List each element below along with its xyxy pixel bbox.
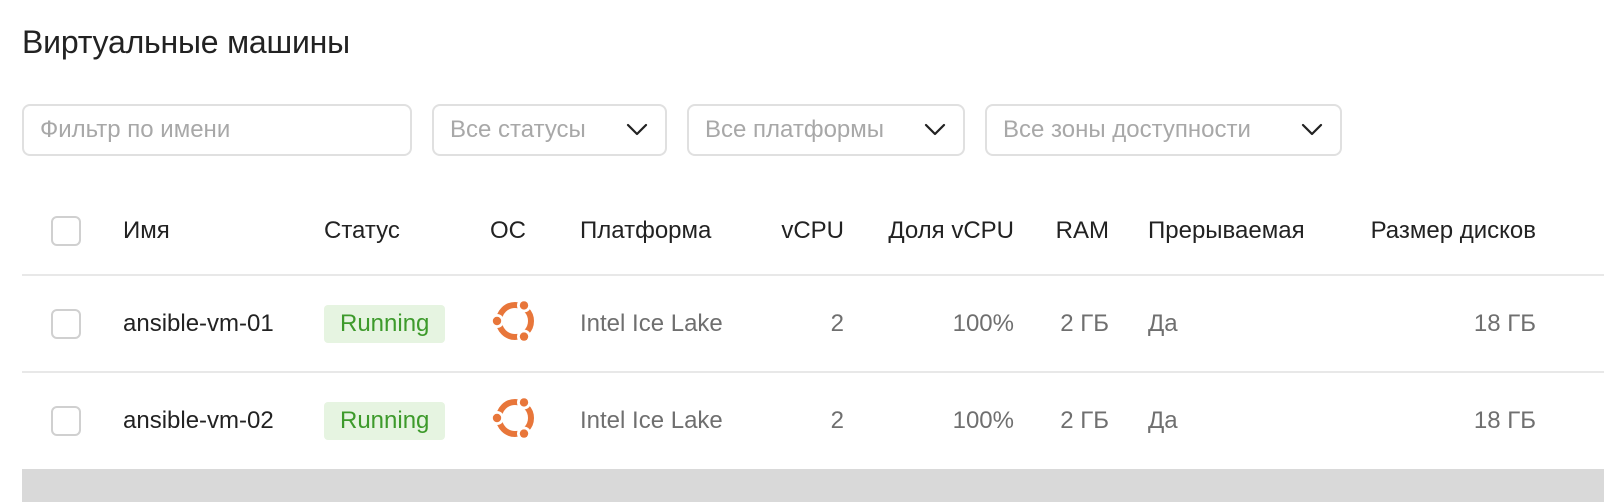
row-select-cell	[51, 277, 85, 371]
column-header-vcpu-share[interactable]: Доля vCPU	[882, 188, 1014, 274]
ram-value: 2 ГБ	[1060, 407, 1109, 434]
column-header-disk-size[interactable]: Размер дисков	[1342, 188, 1536, 274]
select-all-checkbox[interactable]	[51, 216, 81, 246]
ubuntu-icon	[490, 296, 540, 353]
status-badge: Running	[324, 402, 446, 440]
disk-size-value: 18 ГБ	[1473, 407, 1536, 434]
status-filter-value: Все статусы	[450, 116, 586, 143]
name-filter-placeholder: Фильтр по имени	[40, 116, 231, 143]
zone-filter-select[interactable]: Все зоны доступности	[985, 104, 1342, 156]
platform-filter-select[interactable]: Все платформы	[687, 104, 965, 156]
chevron-down-icon	[625, 118, 649, 142]
vcpu-share-value: 100%	[952, 407, 1014, 434]
table-footer-bar	[22, 469, 1604, 502]
status-badge: Running	[324, 305, 446, 343]
platform-filter-value: Все платформы	[705, 116, 885, 143]
column-header-preemptible[interactable]: Прерываемая	[1148, 188, 1305, 274]
table-row[interactable]: ansible-vm-02 Running Intel Ice Lake 2 1…	[22, 373, 1604, 469]
disk-size-value: 18 ГБ	[1473, 310, 1536, 337]
platform-value: Intel Ice Lake	[580, 407, 723, 434]
preemptible-value: Да	[1148, 310, 1178, 337]
column-header-os[interactable]: ОС	[490, 188, 526, 274]
column-header-platform[interactable]: Платформа	[580, 188, 711, 274]
vcpu-share-value: 100%	[952, 310, 1014, 337]
column-header-name[interactable]: Имя	[123, 188, 170, 274]
row-select-cell	[51, 373, 85, 469]
vcpu-value: 2	[830, 407, 844, 434]
chevron-down-icon	[923, 118, 947, 142]
chevron-down-icon	[1300, 118, 1324, 142]
vm-name[interactable]: ansible-vm-02	[123, 373, 274, 469]
status-cell: Running	[324, 277, 446, 371]
column-header-status[interactable]: Статус	[324, 188, 400, 274]
ubuntu-icon	[490, 393, 540, 450]
table-header: Имя Статус ОС Платформа vCPU Доля vCPU R…	[22, 188, 1604, 276]
vcpu-value: 2	[830, 310, 844, 337]
page-title: Виртуальные машины	[22, 24, 350, 60]
row-checkbox[interactable]	[51, 406, 81, 436]
column-header-ram[interactable]: RAM	[1042, 188, 1109, 274]
status-cell: Running	[324, 373, 446, 469]
select-all-cell	[51, 188, 85, 274]
ram-value: 2 ГБ	[1060, 310, 1109, 337]
vm-list-page: Виртуальные машины Фильтр по имени Все с…	[0, 0, 1604, 502]
vm-name[interactable]: ansible-vm-01	[123, 277, 274, 371]
row-checkbox[interactable]	[51, 309, 81, 339]
table-row[interactable]: ansible-vm-01 Running Intel Ice Lake 2 1…	[22, 277, 1604, 373]
status-filter-select[interactable]: Все статусы	[432, 104, 667, 156]
os-cell	[490, 277, 540, 371]
zone-filter-value: Все зоны доступности	[1003, 116, 1251, 143]
platform-value: Intel Ice Lake	[580, 310, 723, 337]
column-header-vcpu[interactable]: vCPU	[762, 188, 844, 274]
preemptible-value: Да	[1148, 407, 1178, 434]
name-filter-input[interactable]: Фильтр по имени	[22, 104, 412, 156]
os-cell	[490, 373, 540, 469]
